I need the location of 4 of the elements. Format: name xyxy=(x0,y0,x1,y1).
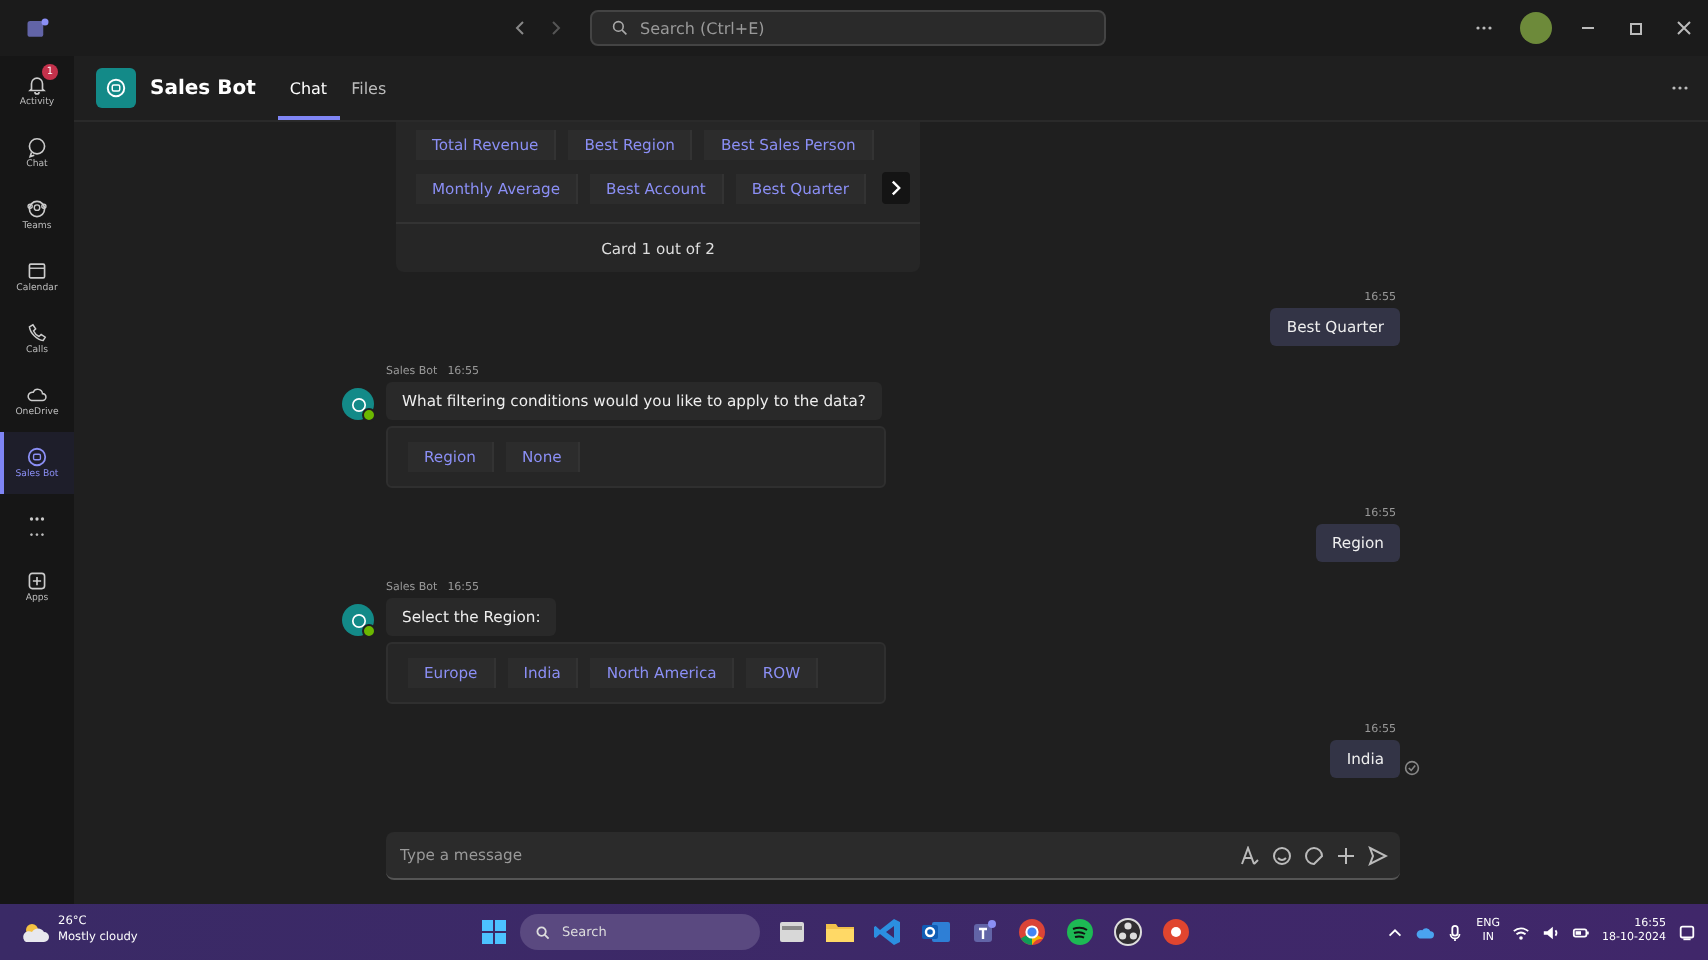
tab[interactable]: Chat xyxy=(277,56,340,120)
search-field[interactable]: Search (Ctrl+E) xyxy=(590,10,1106,46)
tab[interactable]: Files xyxy=(339,56,399,120)
chat-title: Sales Bot xyxy=(150,77,256,99)
